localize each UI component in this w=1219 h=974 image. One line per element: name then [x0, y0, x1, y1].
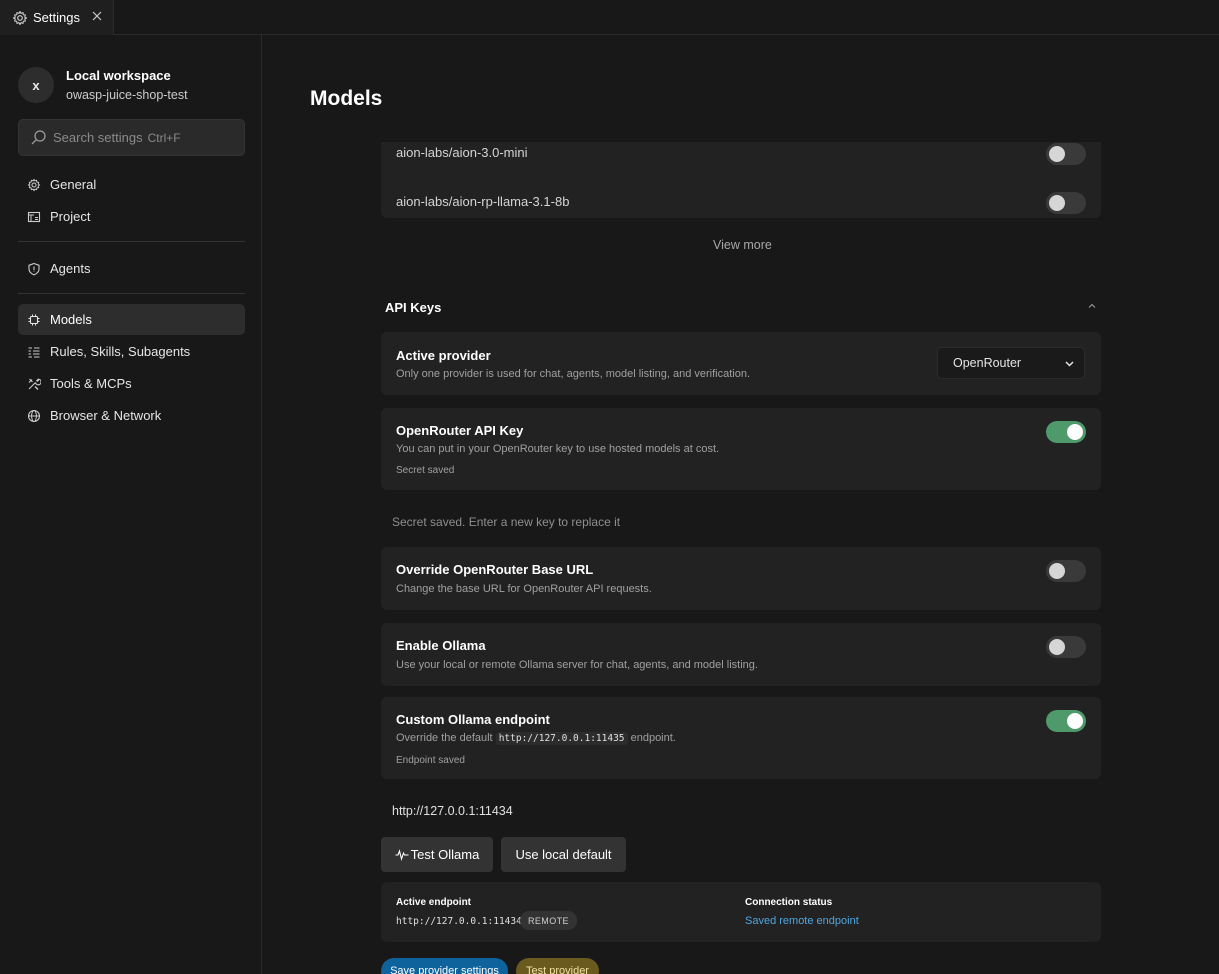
toggle-knob	[1067, 713, 1083, 729]
endpoint-status: Endpoint saved	[396, 755, 465, 766]
secret-hint: Secret saved. Enter a new key to replace…	[392, 515, 621, 529]
card-description: You can put in your OpenRouter key to us…	[396, 443, 720, 455]
settings-scroll-area[interactable]: aion-labs/aion-3.0-mini aion-labs/aion-r…	[262, 142, 1219, 974]
test-ollama-button[interactable]: Test Ollama	[381, 837, 493, 872]
button-label: Use local default	[515, 847, 612, 862]
sidebar-item-project[interactable]: Project	[18, 201, 245, 232]
desc-suffix: endpoint.	[630, 732, 676, 744]
card-description: Only one provider is used for chat, agen…	[396, 368, 751, 380]
toggle-knob	[1049, 563, 1065, 579]
toggle-knob	[1049, 195, 1065, 211]
card-description: Change the base URL for OpenRouter API r…	[396, 583, 652, 595]
card-title: Enable Ollama	[396, 638, 486, 653]
avatar: x	[18, 67, 54, 103]
provider-select-value: OpenRouter	[953, 356, 1022, 370]
openrouter-key-card: OpenRouter API Key You can put in your O…	[381, 408, 1101, 490]
active-provider-card: Active provider Only one provider is use…	[381, 332, 1101, 395]
chevron-up-icon[interactable]	[1086, 300, 1098, 312]
enable-ollama-card: Enable Ollama Use your local or remote O…	[381, 623, 1101, 686]
gear-icon	[27, 178, 41, 192]
sidebar-item-label: Agents	[50, 261, 91, 276]
tab-settings[interactable]: Settings	[0, 0, 114, 35]
save-provider-settings-button[interactable]: Save provider settings	[381, 958, 508, 974]
card-title: OpenRouter API Key	[396, 423, 524, 438]
divider	[18, 293, 245, 294]
sidebar-item-label: Browser & Network	[50, 408, 162, 423]
main-panel: Models aion-labs/aion-3.0-mini aion-labs…	[262, 35, 1219, 974]
sidebar-item-models[interactable]: Models	[18, 304, 245, 335]
connection-status-label: Connection status	[745, 897, 833, 908]
card-title: Active provider	[396, 348, 491, 363]
sidebar-item-browser[interactable]: Browser & Network	[18, 400, 245, 431]
card-description: Use your local or remote Ollama server f…	[396, 659, 758, 671]
custom-endpoint-card: Custom Ollama endpoint Override the defa…	[381, 697, 1101, 779]
use-local-default-button[interactable]: Use local default	[501, 837, 626, 872]
sidebar-item-label: Project	[50, 209, 91, 224]
sidebar-item-tools[interactable]: Tools & MCPs	[18, 368, 245, 399]
workspace-name: Local workspace	[66, 68, 171, 83]
sidebar-item-general[interactable]: General	[18, 169, 245, 200]
override-base-url-card: Override OpenRouter Base URL Change the …	[381, 547, 1101, 610]
sidebar-item-agents[interactable]: Agents	[18, 253, 245, 284]
search-shortcut: Ctrl+F	[147, 130, 181, 145]
shield-icon	[27, 262, 41, 276]
sidebar: x Local workspace owasp-juice-shop-test …	[0, 35, 262, 974]
toggle-knob	[1049, 639, 1065, 655]
provider-select[interactable]: OpenRouter	[937, 347, 1085, 379]
remote-badge: REMOTE	[520, 911, 577, 930]
model-toggle[interactable]	[1046, 192, 1086, 214]
gear-icon	[12, 10, 28, 26]
card-title: Override OpenRouter Base URL	[396, 562, 594, 577]
tab-bar: Settings	[0, 0, 1219, 35]
active-endpoint-label: Active endpoint	[396, 897, 472, 908]
sidebar-item-label: Tools & MCPs	[50, 376, 132, 391]
list-icon	[27, 345, 41, 359]
search-icon	[30, 129, 47, 146]
chip-icon	[27, 313, 41, 327]
button-label: Save provider settings	[390, 965, 499, 974]
desc-prefix: Override the default	[396, 732, 493, 744]
activity-icon	[395, 848, 409, 862]
workspace-project: owasp-juice-shop-test	[66, 88, 188, 102]
custom-endpoint-toggle[interactable]	[1046, 710, 1086, 732]
enable-ollama-toggle[interactable]	[1046, 636, 1086, 658]
section-title-api-keys[interactable]: API Keys	[385, 300, 441, 315]
model-name: aion-labs/aion-3.0-mini	[396, 145, 528, 160]
model-name: aion-labs/aion-rp-llama-3.1-8b	[396, 194, 570, 209]
override-base-url-toggle[interactable]	[1046, 560, 1086, 582]
connection-status-link[interactable]: Saved remote endpoint	[745, 915, 859, 927]
button-label: Test Ollama	[410, 847, 480, 862]
card-description: Override the default http://127.0.0.1:11…	[396, 732, 676, 745]
sidebar-item-label: General	[50, 177, 97, 192]
globe-icon	[27, 409, 41, 423]
default-endpoint-code: http://127.0.0.1:11435	[495, 732, 628, 745]
models-list-card: aion-labs/aion-3.0-mini aion-labs/aion-r…	[381, 142, 1101, 218]
openrouter-key-toggle[interactable]	[1046, 421, 1086, 443]
card-title: Custom Ollama endpoint	[396, 712, 550, 727]
sidebar-item-label: Rules, Skills, Subagents	[50, 344, 191, 359]
chevron-down-icon	[1064, 358, 1075, 369]
close-icon[interactable]	[90, 9, 104, 23]
folder-icon	[27, 210, 41, 224]
button-label: Test provider	[526, 965, 589, 974]
model-toggle[interactable]	[1046, 143, 1086, 165]
sidebar-item-label: Models	[50, 312, 92, 327]
active-endpoint-value: http://127.0.0.1:11434	[396, 916, 522, 927]
search-placeholder: Search settings	[53, 130, 143, 145]
toggle-knob	[1049, 146, 1065, 162]
test-provider-button[interactable]: Test provider	[516, 958, 599, 974]
toggle-knob	[1067, 424, 1083, 440]
page-title: Models	[310, 87, 383, 110]
secret-status: Secret saved	[396, 465, 455, 476]
workspace-header: x Local workspace owasp-juice-shop-test	[18, 67, 258, 103]
tab-label: Settings	[33, 10, 80, 25]
tools-icon	[27, 377, 41, 391]
divider	[18, 241, 245, 242]
view-more-link[interactable]: View more	[713, 238, 772, 252]
connection-status-card: Active endpoint http://127.0.0.1:11434 R…	[381, 882, 1101, 942]
sidebar-item-rules[interactable]: Rules, Skills, Subagents	[18, 336, 245, 367]
endpoint-url-field[interactable]: http://127.0.0.1:11434	[392, 804, 513, 818]
search-input[interactable]: Search settings Ctrl+F	[18, 119, 245, 156]
